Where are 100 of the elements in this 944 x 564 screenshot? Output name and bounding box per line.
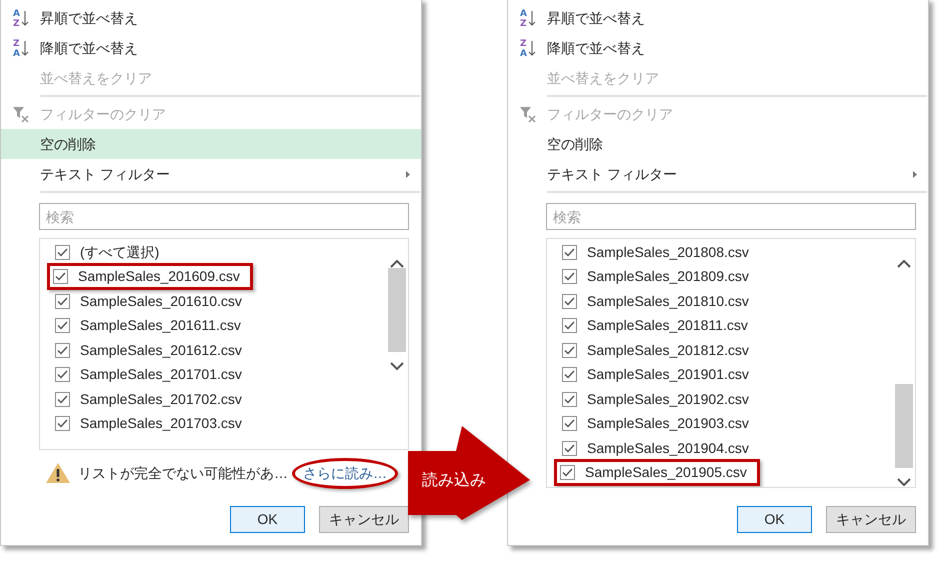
menu-item-label: 並べ替えをクリア <box>547 68 660 88</box>
list-item[interactable]: SampleSales_201612.csv <box>52 336 252 364</box>
checkbox[interactable] <box>55 416 70 432</box>
list-item-label: SampleSales_201901.csv <box>587 365 749 384</box>
checkbox[interactable] <box>55 294 70 309</box>
dialog-button[interactable]: キャンセル <box>319 506 409 533</box>
load-more-link[interactable]: さらに読み… <box>292 458 398 488</box>
filter-clear-icon <box>12 105 30 123</box>
list-item-label: SampleSales_201703.csv <box>80 414 242 434</box>
check-icon <box>57 321 68 330</box>
list-item[interactable]: SampleSales_201611.csv <box>52 312 251 340</box>
list-item[interactable]: SampleSales_201809.csv <box>559 263 759 290</box>
check-icon <box>564 370 575 380</box>
check-icon <box>562 468 573 478</box>
checkbox[interactable] <box>562 367 577 382</box>
menu-item[interactable]: A Z 昇順で並べ替え <box>508 3 928 33</box>
check-icon <box>564 272 575 282</box>
check-icon <box>57 346 68 355</box>
menu-item-label: 並べ替えをクリア <box>40 68 153 88</box>
menu-item-label: 空の削除 <box>547 134 604 154</box>
list-item[interactable]: SampleSales_201903.csv <box>559 410 759 438</box>
list-item-label: SampleSales_201810.csv <box>587 292 749 311</box>
checkbox[interactable] <box>55 244 70 260</box>
check-icon <box>564 394 575 404</box>
list-item[interactable]: SampleSales_201609.csv <box>47 263 253 290</box>
menu-item-label: テキスト フィルター <box>547 164 678 184</box>
menu-item[interactable]: テキスト フィルター <box>508 159 928 189</box>
checkbox[interactable] <box>560 465 575 480</box>
list-item-label: SampleSales_201610.csv <box>80 292 242 311</box>
menu-item-label: 降順で並べ替え <box>547 38 646 58</box>
checkbox[interactable] <box>562 318 577 334</box>
scroll-up-icon <box>897 259 911 268</box>
list-item[interactable]: SampleSales_201702.csv <box>52 386 252 413</box>
list-item[interactable]: SampleSales_201811.csv <box>559 312 758 340</box>
menu-item-label: フィルターのクリア <box>40 104 167 124</box>
checkbox[interactable] <box>562 294 577 309</box>
list-item-label: SampleSales_201905.csv <box>585 463 747 482</box>
menu-item-label: 降順で並べ替え <box>40 38 139 58</box>
dialog-button[interactable]: キャンセル <box>826 506 916 533</box>
checkbox[interactable] <box>55 318 70 334</box>
menu-item[interactable]: テキスト フィルター <box>1 159 421 189</box>
checkbox[interactable] <box>562 244 577 260</box>
list-item-label: SampleSales_201902.csv <box>587 390 749 409</box>
dialog-button[interactable]: OK <box>737 506 812 533</box>
checkbox[interactable] <box>562 416 577 432</box>
list-item[interactable]: SampleSales_201904.csv <box>559 434 759 462</box>
menu-item[interactable]: Z A 降順で並べ替え <box>1 33 421 63</box>
menu-item-label: 昇順で並べ替え <box>40 8 139 28</box>
filter-clear-icon <box>518 105 536 123</box>
list-item[interactable]: SampleSales_201812.csv <box>559 336 759 364</box>
submenu-arrow-icon <box>913 170 917 178</box>
menu-item[interactable]: Z A 降順で並べ替え <box>508 33 928 63</box>
checkbox[interactable] <box>55 392 70 407</box>
checkbox[interactable] <box>562 269 577 284</box>
check-icon <box>564 248 575 257</box>
arrow-label: 読み込み <box>422 470 486 491</box>
list-item-label: (すべて選択) <box>80 242 160 262</box>
dialog-button[interactable]: OK <box>230 506 305 533</box>
menu-item-label: 昇順で並べ替え <box>547 8 646 28</box>
list-item[interactable]: SampleSales_201808.csv <box>559 239 759 266</box>
list-item-label: SampleSales_201809.csv <box>587 267 749 286</box>
list-item[interactable]: SampleSales_201901.csv <box>559 361 759 388</box>
checkbox[interactable] <box>55 342 70 358</box>
checkbox[interactable] <box>562 392 577 407</box>
list-item[interactable]: SampleSales_201905.csv <box>554 459 760 486</box>
scroll-thumb[interactable] <box>388 268 406 352</box>
list-item-label: SampleSales_201612.csv <box>80 340 242 360</box>
check-icon <box>57 248 68 257</box>
menu-item[interactable]: A Z 昇順で並べ替え <box>1 3 421 33</box>
list-item-label: SampleSales_201904.csv <box>587 438 749 458</box>
list-item[interactable]: SampleSales_201703.csv <box>52 410 252 438</box>
scroll-thumb[interactable] <box>895 384 913 468</box>
search-field[interactable]: 検索 <box>39 203 409 230</box>
check-icon <box>57 296 68 306</box>
scroll-down-icon <box>390 362 404 371</box>
checkbox[interactable] <box>562 342 577 358</box>
list-item-label: SampleSales_201811.csv <box>587 316 748 336</box>
list-item[interactable]: SampleSales_201902.csv <box>559 386 759 413</box>
list-item-label: SampleSales_201903.csv <box>587 414 749 434</box>
menu-item[interactable]: 空の削除 <box>1 129 421 159</box>
list-item-label: SampleSales_201808.csv <box>587 242 749 262</box>
menu-item[interactable]: 空の削除 <box>508 129 928 159</box>
checkbox[interactable] <box>562 440 577 456</box>
check-icon <box>55 272 66 282</box>
checkbox[interactable] <box>55 367 70 382</box>
check-icon <box>564 346 575 355</box>
list-item[interactable]: (すべて選択) <box>52 239 170 266</box>
check-icon <box>564 296 575 306</box>
list-item[interactable]: SampleSales_201701.csv <box>52 361 252 388</box>
check-icon <box>57 370 68 380</box>
list-item-label: SampleSales_201812.csv <box>587 340 749 360</box>
search-field[interactable]: 検索 <box>546 203 916 230</box>
check-icon <box>57 394 68 404</box>
checkbox[interactable] <box>53 269 68 284</box>
scroll-up-icon <box>390 259 404 268</box>
list-item[interactable]: SampleSales_201610.csv <box>52 288 252 315</box>
warning-icon <box>45 462 71 484</box>
list-item-label: SampleSales_201702.csv <box>80 390 242 409</box>
list-item[interactable]: SampleSales_201810.csv <box>559 288 759 315</box>
list-item-label: SampleSales_201701.csv <box>80 365 242 384</box>
